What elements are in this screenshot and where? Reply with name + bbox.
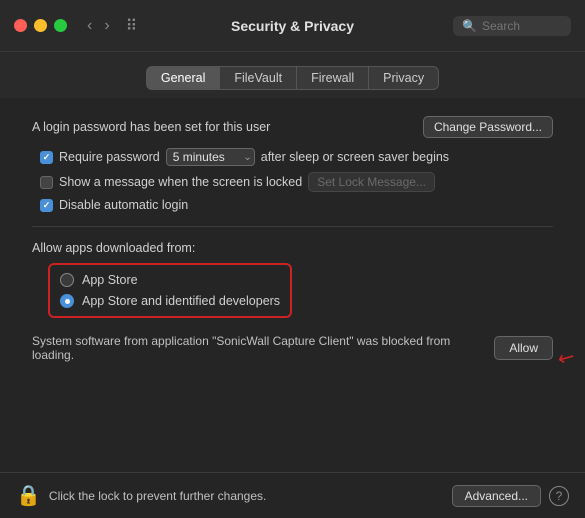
blocked-software-text: System software from application "SonicW…	[32, 334, 482, 362]
require-password-row: Require password 5 minutes immediately 1…	[32, 148, 553, 166]
show-message-row: Show a message when the screen is locked…	[32, 172, 553, 192]
titlebar: ‹ › ⠿ Security & Privacy 🔍	[0, 0, 585, 52]
show-message-checkbox[interactable]	[40, 176, 53, 189]
arrow-indicator-icon: ↙	[553, 342, 580, 372]
tab-filevault[interactable]: FileVault	[220, 66, 297, 90]
allow-btn-wrapper: Allow ↙	[494, 336, 553, 360]
radio-app-store-identified-label: App Store and identified developers	[82, 294, 280, 308]
advanced-button[interactable]: Advanced...	[452, 485, 541, 507]
help-button[interactable]: ?	[549, 486, 569, 506]
radio-app-store-identified[interactable]	[60, 294, 74, 308]
grid-icon[interactable]: ⠿	[126, 16, 138, 36]
bottom-bar: 🔒 Click the lock to prevent further chan…	[0, 472, 585, 518]
change-password-button[interactable]: Change Password...	[423, 116, 553, 138]
password-timeout-select[interactable]: 5 minutes immediately 1 minute 15 minute…	[166, 148, 255, 166]
tab-privacy[interactable]: Privacy	[369, 66, 439, 90]
search-input[interactable]	[482, 19, 562, 33]
lock-label: Click the lock to prevent further change…	[49, 489, 266, 503]
allow-apps-label: Allow apps downloaded from:	[32, 241, 553, 255]
radio-group-allow-apps: App Store App Store and identified devel…	[48, 263, 292, 318]
bottom-right: Advanced... ?	[452, 485, 569, 507]
traffic-lights	[14, 19, 67, 32]
show-message-label: Show a message when the screen is locked	[59, 175, 302, 189]
radio-app-store-label: App Store	[82, 273, 138, 287]
search-icon: 🔍	[462, 19, 477, 33]
radio-app-store[interactable]	[60, 273, 74, 287]
radio-row-app-store-identified: App Store and identified developers	[60, 294, 280, 308]
password-row: A login password has been set for this u…	[32, 116, 553, 138]
tab-general[interactable]: General	[146, 66, 220, 90]
nav-back-button[interactable]: ‹	[83, 15, 96, 37]
window-title: Security & Privacy	[231, 18, 354, 34]
close-button[interactable]	[14, 19, 27, 32]
disable-login-checkbox[interactable]	[40, 199, 53, 212]
radio-row-app-store: App Store	[60, 273, 280, 287]
nav-arrows: ‹ ›	[83, 15, 114, 37]
password-label: A login password has been set for this u…	[32, 120, 270, 134]
nav-forward-button[interactable]: ›	[100, 15, 113, 37]
fullscreen-button[interactable]	[54, 19, 67, 32]
lock-area[interactable]: 🔒 Click the lock to prevent further chan…	[16, 483, 266, 508]
search-box[interactable]: 🔍	[453, 16, 571, 36]
tabs-row: General FileVault Firewall Privacy	[0, 52, 585, 98]
content-wrapper: General FileVault Firewall Privacy A log…	[0, 52, 585, 518]
main-content: A login password has been set for this u…	[0, 98, 585, 472]
allow-button[interactable]: Allow	[494, 336, 553, 360]
tab-firewall[interactable]: Firewall	[297, 66, 369, 90]
blocked-software-row: System software from application "SonicW…	[32, 334, 553, 362]
lock-icon: 🔒	[16, 483, 41, 508]
minimize-button[interactable]	[34, 19, 47, 32]
set-lock-message-button[interactable]: Set Lock Message...	[308, 172, 435, 192]
divider	[32, 226, 553, 227]
require-password-checkbox[interactable]	[40, 151, 53, 164]
require-password-label-before: Require password	[59, 150, 160, 164]
disable-login-label: Disable automatic login	[59, 198, 188, 212]
password-timeout-wrapper: 5 minutes immediately 1 minute 15 minute…	[166, 148, 255, 166]
require-password-label-after: after sleep or screen saver begins	[261, 150, 449, 164]
disable-login-row: Disable automatic login	[32, 198, 553, 212]
